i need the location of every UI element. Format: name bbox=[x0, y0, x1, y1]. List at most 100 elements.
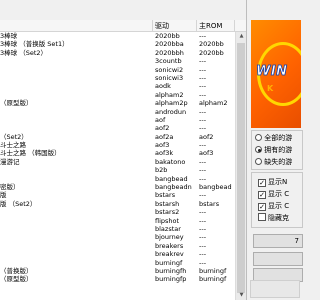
table-row[interactable]: （普换版） burningfh burningf bbox=[0, 267, 235, 275]
table-row[interactable]: 3棒球 （Set2） 2020bbh 2020bb bbox=[0, 49, 235, 57]
footer-strip bbox=[250, 280, 300, 298]
game-name-cell bbox=[0, 82, 152, 90]
game-name-cell: （原型版） bbox=[0, 275, 33, 284]
main-rom-cell: aof3 bbox=[199, 149, 214, 158]
game-rows: 3棒球 2020bb --- 3棒球 （普换版 Set1） 2020bba 2020bb 3… bbox=[0, 32, 235, 284]
table-row[interactable]: burningf --- bbox=[0, 259, 235, 267]
driver-cell: bstars bbox=[155, 191, 176, 200]
driver-cell: breakrev bbox=[155, 250, 184, 259]
table-row[interactable]: b2b --- bbox=[0, 166, 235, 174]
list-scrollbar[interactable]: ▲ ▼ bbox=[235, 32, 246, 300]
game-name-cell bbox=[0, 124, 152, 132]
scroll-thumb[interactable] bbox=[237, 43, 245, 293]
radio-missing-games[interactable]: 缺失的游 bbox=[255, 156, 292, 168]
main-rom-cell: --- bbox=[199, 73, 207, 82]
main-rom-cell: --- bbox=[199, 82, 207, 91]
table-row[interactable]: 密版） bangbeadn bangbead bbox=[0, 183, 235, 191]
driver-cell: burningfp bbox=[155, 275, 187, 284]
main-rom-cell: --- bbox=[199, 241, 207, 250]
main-rom-cell: --- bbox=[199, 191, 207, 200]
driver-cell: aodk bbox=[155, 82, 171, 91]
scroll-up-arrow-icon[interactable]: ▲ bbox=[236, 32, 246, 41]
checkbox-hide-clones[interactable]: 隐藏克 bbox=[258, 213, 289, 224]
driver-cell: bstars2 bbox=[155, 208, 180, 217]
table-row[interactable]: aof2 --- bbox=[0, 124, 235, 132]
game-name-cell bbox=[0, 74, 152, 82]
table-row[interactable]: （原型版） alpham2p alpham2 bbox=[0, 99, 235, 107]
display-options: ✓ 显示N ✓ 显示 C ✓ 显示 C 隐藏克 bbox=[251, 172, 303, 228]
table-row[interactable]: sonicwi2 --- bbox=[0, 66, 235, 74]
game-name-cell bbox=[0, 91, 152, 99]
table-row[interactable]: aof --- bbox=[0, 116, 235, 124]
driver-cell: sonicwi3 bbox=[155, 73, 184, 82]
game-name-cell bbox=[0, 208, 152, 216]
checkbox-checked-icon: ✓ bbox=[258, 203, 266, 211]
main-rom-cell: --- bbox=[199, 124, 207, 133]
panel-button-2[interactable] bbox=[253, 252, 303, 266]
table-row[interactable]: 漫游记 bakatono --- bbox=[0, 158, 235, 166]
checkbox-show-c2[interactable]: ✓ 显示 C bbox=[258, 201, 289, 212]
column-header-driver[interactable]: 驱动 bbox=[153, 20, 197, 32]
driver-cell: 2020bbh bbox=[155, 48, 184, 57]
game-name-cell: （Set2） bbox=[0, 132, 28, 141]
table-row[interactable]: flipshot --- bbox=[0, 217, 235, 225]
game-name-cell: 版 bbox=[0, 191, 7, 200]
main-rom-cell: 2020bb bbox=[199, 48, 224, 57]
table-row[interactable]: bangbead --- bbox=[0, 175, 235, 183]
game-name-cell bbox=[0, 250, 152, 258]
driver-cell: aof3k bbox=[155, 149, 174, 158]
table-row[interactable]: 版 （Set2） bstarsh bstars bbox=[0, 200, 235, 208]
table-row[interactable]: 斗士之路 （韩国版） aof3k aof3 bbox=[0, 149, 235, 157]
driver-cell: aof2 bbox=[155, 124, 170, 133]
table-row[interactable]: 斗士之路 aof3 --- bbox=[0, 141, 235, 149]
main-rom-cell: --- bbox=[199, 216, 207, 225]
table-row[interactable]: 3棒球 2020bb --- bbox=[0, 32, 235, 40]
radio-dot-icon bbox=[255, 158, 262, 165]
table-row[interactable]: androdun --- bbox=[0, 108, 235, 116]
table-row[interactable]: （原型版） burningfp burningf bbox=[0, 275, 235, 283]
table-row[interactable]: breakrev --- bbox=[0, 250, 235, 258]
table-row[interactable]: （Set2） aof2a aof2 bbox=[0, 133, 235, 141]
radio-label: 全部的游 bbox=[264, 134, 293, 142]
table-row[interactable]: 3countb --- bbox=[0, 57, 235, 65]
column-header-name[interactable] bbox=[0, 20, 153, 32]
table-row[interactable]: aodk --- bbox=[0, 82, 235, 90]
driver-cell: sonicwi2 bbox=[155, 65, 184, 74]
game-name-cell: 3棒球 （Set2） bbox=[0, 48, 48, 57]
table-row[interactable]: bstars2 --- bbox=[0, 208, 235, 216]
table-row[interactable]: bjourney --- bbox=[0, 233, 235, 241]
driver-cell: aof bbox=[155, 115, 166, 124]
checkbox-show-c1[interactable]: ✓ 显示 C bbox=[258, 189, 289, 200]
game-name-cell bbox=[0, 57, 152, 65]
game-name-cell bbox=[0, 242, 152, 250]
table-row[interactable]: blazstar --- bbox=[0, 225, 235, 233]
game-name-cell: 3棒球 bbox=[0, 32, 18, 40]
scroll-down-arrow-icon[interactable]: ▼ bbox=[236, 291, 246, 300]
game-name-cell bbox=[0, 108, 152, 116]
driver-cell: bakatono bbox=[155, 157, 186, 166]
column-header-main-rom[interactable]: 主ROM bbox=[197, 20, 235, 32]
table-row[interactable]: alpham2 --- bbox=[0, 91, 235, 99]
radio-dot-icon bbox=[255, 134, 262, 141]
driver-cell: flipshot bbox=[155, 216, 180, 225]
checkbox-label: 显示 C bbox=[268, 202, 290, 210]
driver-cell: 2020bba bbox=[155, 40, 184, 49]
game-list: 驱动 主ROM 3棒球 2020bb --- 3棒球 （普换版 Set1） 2020bb… bbox=[0, 20, 246, 300]
radio-all-games[interactable]: 全部的游 bbox=[255, 132, 292, 144]
main-rom-cell: --- bbox=[199, 141, 207, 150]
game-name-cell bbox=[0, 166, 152, 174]
table-row[interactable]: 版 bstars --- bbox=[0, 191, 235, 199]
table-row[interactable]: breakers --- bbox=[0, 242, 235, 250]
game-name-cell: 漫游记 bbox=[0, 157, 20, 166]
driver-cell: androdun bbox=[155, 107, 187, 116]
filter-radio-group: 全部的游 拥有的游 缺失的游 bbox=[251, 130, 303, 170]
list-header: 驱动 主ROM bbox=[0, 20, 246, 32]
panel-button-1[interactable]: 7 bbox=[253, 234, 303, 248]
main-rom-cell: --- bbox=[199, 233, 207, 242]
checkbox-checked-icon: ✓ bbox=[258, 179, 266, 187]
table-row[interactable]: sonicwi3 --- bbox=[0, 74, 235, 82]
radio-owned-games[interactable]: 拥有的游 bbox=[255, 144, 292, 156]
table-row[interactable]: 3棒球 （普换版 Set1） 2020bba 2020bb bbox=[0, 40, 235, 48]
main-rom-cell: --- bbox=[199, 224, 207, 233]
checkbox-show-n[interactable]: ✓ 显示N bbox=[258, 177, 287, 188]
